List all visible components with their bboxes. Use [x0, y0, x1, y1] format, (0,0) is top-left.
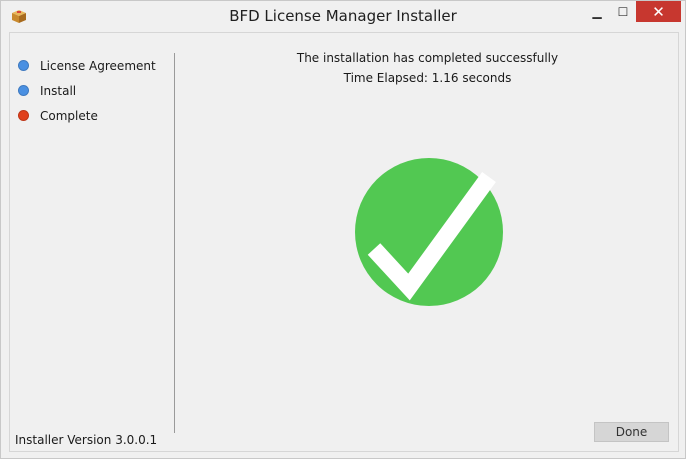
step-done-dot-icon [18, 85, 29, 96]
step-install: Install [18, 78, 156, 103]
step-label: Complete [40, 108, 98, 123]
completion-message: The installation has completed successfu… [296, 51, 559, 65]
step-done-dot-icon [18, 60, 29, 71]
close-icon: ✕ [652, 2, 665, 21]
minimize-button[interactable]: ▁ [584, 1, 610, 22]
sidebar-divider [174, 53, 175, 433]
step-current-dot-icon [18, 110, 29, 121]
maximize-button[interactable]: ☐ [610, 1, 636, 22]
installer-version: Installer Version 3.0.0.1 [15, 433, 158, 447]
done-button[interactable]: Done [594, 422, 669, 442]
maximize-icon: ☐ [617, 4, 629, 19]
steps-list: License Agreement Install Complete [18, 53, 156, 128]
step-label: Install [40, 83, 77, 98]
step-license-agreement: License Agreement [18, 53, 156, 78]
minimize-icon: ▁ [592, 4, 602, 19]
checkmark-success-icon [355, 158, 503, 306]
elapsed-time: Time Elapsed: 1.16 seconds [343, 71, 512, 85]
title-bar[interactable]: BFD License Manager Installer ▁ ☐ ✕ [1, 1, 685, 32]
step-label: License Agreement [40, 58, 156, 73]
installer-window: BFD License Manager Installer ▁ ☐ ✕ Lice… [0, 0, 686, 459]
window-title: BFD License Manager Installer [229, 7, 457, 25]
installer-content: License Agreement Install Complete The i… [9, 32, 679, 452]
done-button-label: Done [615, 425, 648, 439]
close-button[interactable]: ✕ [636, 1, 681, 22]
step-complete: Complete [18, 103, 156, 128]
